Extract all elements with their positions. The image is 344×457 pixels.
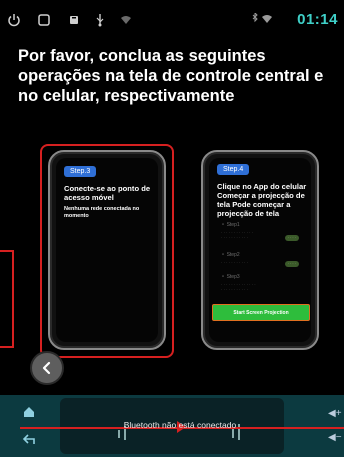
home-icon[interactable] <box>22 405 38 421</box>
ghost-step-2: ⚬ Step2 <box>221 252 240 258</box>
ghost-pill-2: · · · · <box>285 261 299 267</box>
phone-screen-step3: Step.3 Conecte-se ao ponto de acesso móv… <box>56 158 158 342</box>
phone-step4: Step.4 Clique no App do celular Começar … <box>201 150 319 350</box>
ghost-step-2-text: · · · · · · · · · · · <box>221 260 248 265</box>
volume-up-icon[interactable]: ◀+ <box>328 408 344 424</box>
back-icon[interactable] <box>22 432 38 448</box>
ghost-step-3-text: · · · · · · · · · · · · · · · · · · · · ·… <box>221 282 256 292</box>
media-icon <box>66 12 82 28</box>
step-badge: Step.4 <box>217 164 250 175</box>
clock: 01:14 <box>297 11 338 28</box>
bluetooth-wifi-status-icons <box>250 11 274 28</box>
recent-apps-icon[interactable] <box>36 12 52 28</box>
ghost-step-1-text: · · · · · · · · · · · · · · · · · · · · ·… <box>221 230 254 240</box>
phone-step3: Step.3 Conecte-se ao ponto de acesso móv… <box>48 150 166 350</box>
chevron-left-icon <box>42 361 51 375</box>
step-title: Clique no App do celular Começar a proje… <box>217 182 307 218</box>
status-bar: 01:14 <box>0 0 344 40</box>
volume-down-icon[interactable]: ◀− <box>328 432 344 448</box>
annotation-line <box>12 250 14 348</box>
bluetooth-status: Bluetooth não está conectado <box>123 420 237 430</box>
back-button[interactable] <box>30 351 64 385</box>
phone-screen-step4: Step.4 Clique no App do celular Começar … <box>209 158 311 342</box>
wifi-signal-icon <box>118 12 134 28</box>
usb-icon <box>92 12 108 28</box>
power-icon[interactable] <box>6 12 22 28</box>
ghost-step-3: ⚬ Step3 <box>221 274 240 280</box>
step-badge: Step.3 <box>64 166 97 177</box>
step-title: Conecte-se ao ponto de acesso móvel <box>64 184 151 202</box>
waveform-bar <box>118 430 120 438</box>
annotation-line <box>0 346 14 348</box>
start-projection-button[interactable]: Start Screen Projection <box>212 304 310 321</box>
instruction-title: Por favor, conclua as seguintes operaçõe… <box>18 47 324 105</box>
ghost-pill-1: · · · · <box>285 235 299 241</box>
ghost-step-1: ⚬ Step1 <box>221 222 240 228</box>
step-subtitle: Nenhuma rede conectada no momento <box>64 206 140 219</box>
